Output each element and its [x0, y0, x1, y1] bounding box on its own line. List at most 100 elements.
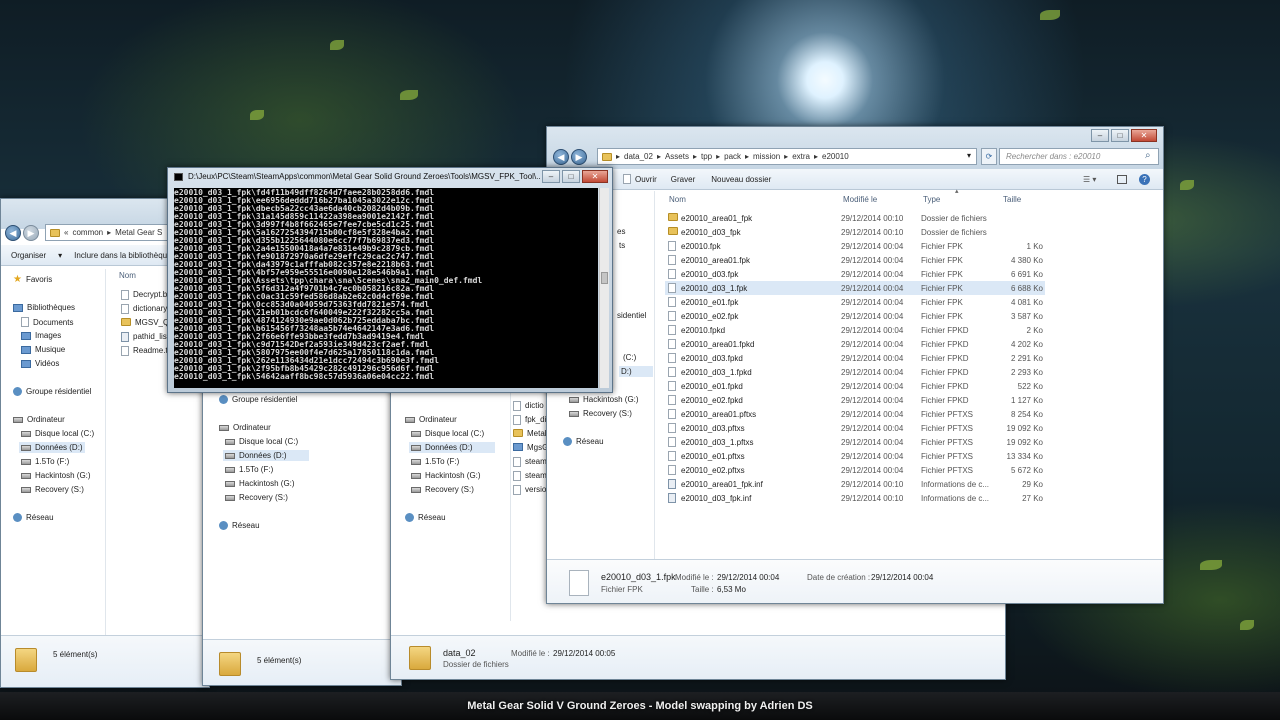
sidebar-item-favoris[interactable]: ★ Favoris: [13, 274, 52, 284]
column-header-size[interactable]: Taille: [1003, 195, 1021, 204]
sidebar-item-drive-s[interactable]: Recovery (S:): [225, 493, 288, 502]
console-scrollbar[interactable]: [599, 188, 609, 388]
file-row[interactable]: e20010_d03_fpk 29/12/2014 00:10 Dossier de…: [665, 225, 1045, 239]
file-row[interactable]: e20010_d03.pftxs 29/12/2014 00:04 Fichier …: [665, 421, 1045, 435]
file-row[interactable]: e20010_d03_fpk.inf 29/12/2014 00:10 Inform…: [665, 491, 1045, 505]
sidebar-item-partial[interactable]: es: [617, 227, 625, 236]
breadcrumb-item[interactable]: tpp: [701, 152, 712, 161]
console-output[interactable]: e20010_d03_1_fpk\fd4f11b49dff8264d7faee2…: [174, 188, 598, 388]
sidebar-item-drive-g[interactable]: Hackintosh (G:): [411, 471, 481, 480]
sidebar-item-partial[interactable]: (C:): [623, 353, 636, 362]
sidebar-item-drive-g[interactable]: Hackintosh (G:): [569, 395, 639, 404]
file-item[interactable]: pathid_list: [121, 332, 169, 342]
refresh-icon[interactable]: ⟳: [981, 148, 997, 165]
sidebar-item-videos[interactable]: Vidéos: [21, 359, 59, 368]
file-row[interactable]: e20010_e02.pftxs 29/12/2014 00:04 Fichier …: [665, 463, 1045, 477]
organize-button[interactable]: Organiser: [11, 251, 46, 260]
open-button[interactable]: Ouvrir: [635, 175, 657, 184]
sidebar-item-drive-f[interactable]: 1.5To (F:): [21, 457, 69, 466]
file-row[interactable]: e20010_e02.fpkd 29/12/2014 00:04 Fichier F…: [665, 393, 1045, 407]
file-row[interactable]: e20010_d03.fpkd 29/12/2014 00:04 Fichier F…: [665, 351, 1045, 365]
sidebar-item-libraries[interactable]: Bibliothèques: [13, 303, 75, 312]
sidebar-item-drive-s[interactable]: Recovery (S:): [21, 485, 84, 494]
sidebar-item-drive-s[interactable]: Recovery (S:): [569, 409, 632, 418]
sidebar-item-homegroup[interactable]: Groupe résidentiel: [13, 387, 91, 396]
burn-button[interactable]: Graver: [671, 175, 695, 184]
file-row[interactable]: e20010_e01.pftxs 29/12/2014 00:04 Fichier …: [665, 449, 1045, 463]
sidebar-item-partial[interactable]: ts: [619, 241, 625, 250]
include-library-button[interactable]: Inclure dans la bibliothèque: [74, 251, 171, 260]
sidebar-item-drive-d[interactable]: Données (D:): [223, 450, 309, 461]
sidebar-item-drive-d[interactable]: Données (D:): [409, 442, 495, 453]
column-header-modified[interactable]: Modifié le: [843, 195, 877, 204]
address-bar[interactable]: ▸ data_02 ▸ Assets ▸ tpp ▸ pack ▸ missio…: [597, 148, 977, 165]
sidebar-item-network[interactable]: Réseau: [405, 513, 446, 522]
file-item[interactable]: steam: [513, 457, 547, 467]
breadcrumb-item[interactable]: Assets: [665, 152, 689, 161]
search-input[interactable]: Rechercher dans : e20010: [999, 148, 1159, 165]
sidebar-item-computer[interactable]: Ordinateur: [219, 423, 271, 432]
file-item[interactable]: dictio: [513, 401, 544, 411]
sidebar-item-network[interactable]: Réseau: [13, 513, 54, 522]
close-button[interactable]: ✕: [582, 170, 608, 183]
file-row[interactable]: e20010_area01.pftxs 29/12/2014 00:04 Fichi…: [665, 407, 1045, 421]
sidebar-item-network[interactable]: Réseau: [563, 437, 604, 446]
column-header-name[interactable]: Nom: [119, 271, 136, 280]
file-item[interactable]: MgsG: [513, 443, 548, 452]
breadcrumb-item[interactable]: common: [72, 228, 103, 237]
sidebar-item-drive-g[interactable]: Hackintosh (G:): [21, 471, 91, 480]
sidebar-item-drive-c[interactable]: Disque local (C:): [21, 429, 94, 438]
sidebar-item-network[interactable]: Réseau: [219, 521, 260, 530]
sidebar-item-partial[interactable]: sidentiel: [617, 311, 646, 320]
back-button[interactable]: ◀: [553, 149, 569, 165]
address-dropdown-icon[interactable]: ▾: [967, 151, 971, 160]
sidebar-item-drive-d[interactable]: Données (D:): [19, 442, 85, 453]
breadcrumb-item[interactable]: extra: [792, 152, 810, 161]
view-options-icon[interactable]: ☰ ▾: [1083, 175, 1096, 184]
maximize-button[interactable]: □: [1111, 129, 1129, 142]
sidebar-item-partial[interactable]: D:): [619, 366, 653, 377]
file-row[interactable]: e20010_area01.fpk 29/12/2014 00:04 Fichier…: [665, 253, 1045, 267]
file-item[interactable]: Readme.t: [121, 346, 168, 356]
sidebar-item-drive-c[interactable]: Disque local (C:): [225, 437, 298, 446]
sidebar-item-computer[interactable]: Ordinateur: [13, 415, 65, 424]
file-item[interactable]: Decrypt.b: [121, 290, 167, 300]
breadcrumb-item[interactable]: Metal Gear S: [115, 228, 162, 237]
file-row[interactable]: e20010_d03.fpk 29/12/2014 00:04 Fichier FP…: [665, 267, 1045, 281]
breadcrumb-item[interactable]: e20010: [822, 152, 849, 161]
minimize-button[interactable]: –: [1091, 129, 1109, 142]
file-row[interactable]: e20010_d03_1.pftxs 29/12/2014 00:04 Fichie…: [665, 435, 1045, 449]
sidebar-item-documents[interactable]: Documents: [21, 317, 73, 327]
new-folder-button[interactable]: Nouveau dossier: [711, 175, 771, 184]
sidebar-item-homegroup[interactable]: Groupe résidentiel: [219, 395, 297, 404]
breadcrumb-item[interactable]: data_02: [624, 152, 653, 161]
sidebar-item-drive-f[interactable]: 1.5To (F:): [411, 457, 459, 466]
sidebar-item-music[interactable]: Musique: [21, 345, 65, 354]
file-row[interactable]: e20010_area01_fpk.inf 29/12/2014 00:10 Inf…: [665, 477, 1045, 491]
file-row[interactable]: e20010.fpkd 29/12/2014 00:04 Fichier FPKD 2…: [665, 323, 1045, 337]
sidebar-item-drive-s[interactable]: Recovery (S:): [411, 485, 474, 494]
minimize-button[interactable]: –: [542, 170, 560, 183]
file-item[interactable]: steam: [513, 471, 547, 481]
file-item[interactable]: dictionary: [121, 304, 167, 314]
file-row[interactable]: e20010_d03_1.fpkd 29/12/2014 00:04 Fichier…: [665, 365, 1045, 379]
help-icon[interactable]: ?: [1139, 173, 1150, 185]
sidebar-item-drive-c[interactable]: Disque local (C:): [411, 429, 484, 438]
sidebar-item-drive-g[interactable]: Hackintosh (G:): [225, 479, 295, 488]
file-item[interactable]: fpk_di: [513, 415, 546, 425]
file-row[interactable]: e20010_area01_fpk 29/12/2014 00:10 Dossier…: [665, 211, 1045, 225]
maximize-button[interactable]: □: [562, 170, 580, 183]
forward-button[interactable]: ▶: [571, 149, 587, 165]
column-header-type[interactable]: Type: [923, 195, 940, 204]
breadcrumb-item[interactable]: mission: [753, 152, 780, 161]
file-row[interactable]: e20010_d03_1.fpk 29/12/2014 00:04 Fichier …: [665, 281, 1045, 295]
file-row[interactable]: e20010_e01.fpk 29/12/2014 00:04 Fichier FP…: [665, 295, 1045, 309]
sidebar-item-drive-f[interactable]: 1.5To (F:): [225, 465, 273, 474]
column-header-name[interactable]: Nom: [669, 195, 686, 204]
file-item[interactable]: Metal: [513, 429, 547, 438]
file-row[interactable]: e20010_area01.fpkd 29/12/2014 00:04 Fichie…: [665, 337, 1045, 351]
sidebar-item-computer[interactable]: Ordinateur: [405, 415, 457, 424]
preview-pane-icon[interactable]: [1117, 174, 1127, 184]
forward-button[interactable]: ▶: [23, 225, 39, 241]
close-button[interactable]: ✕: [1131, 129, 1157, 142]
